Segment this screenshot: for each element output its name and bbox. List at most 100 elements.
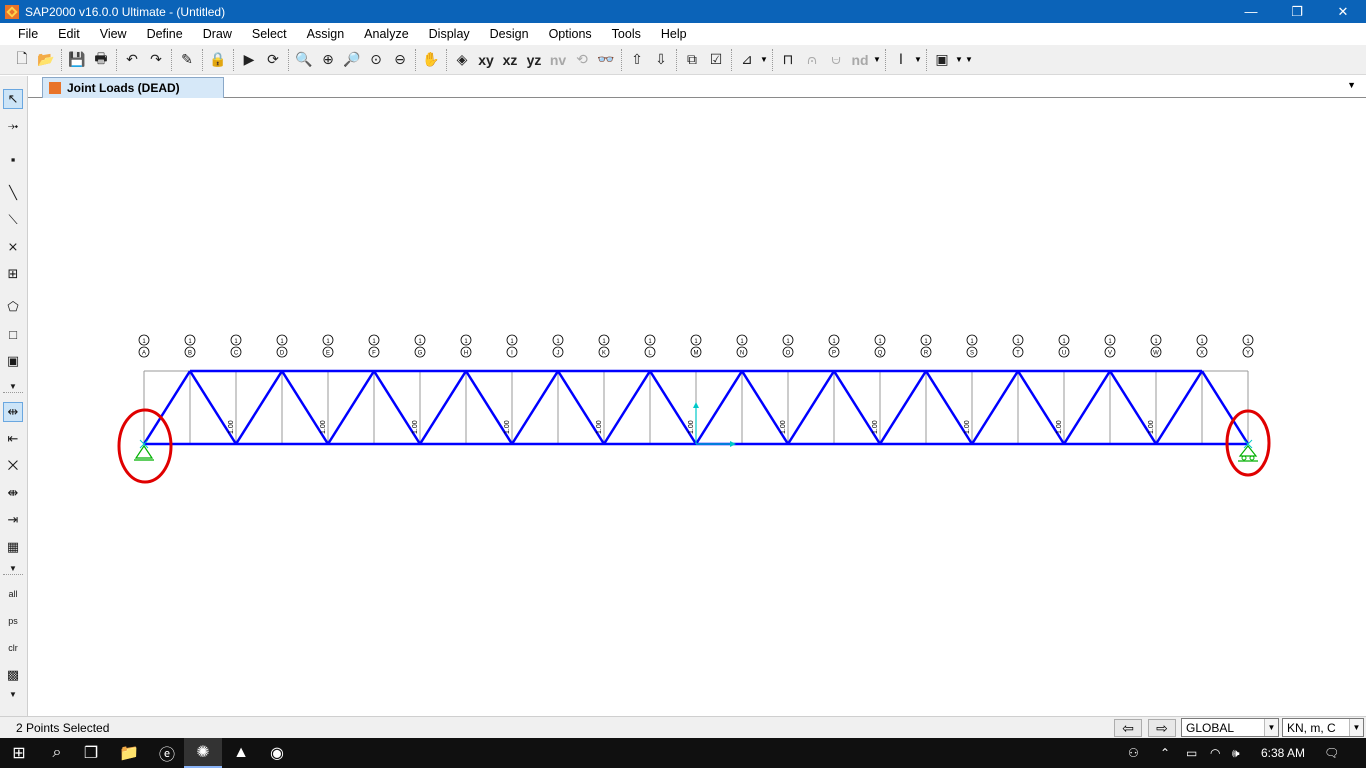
draw-joint-icon[interactable]: ▪ xyxy=(3,149,23,169)
chevron-down-icon[interactable]: ▼ xyxy=(954,55,964,64)
show-hidden-icons-icon[interactable]: ⌃ xyxy=(1160,738,1170,768)
quick-draw-frame-icon[interactable]: ⟍ xyxy=(3,210,23,230)
select-all-icon[interactable]: ⇹ xyxy=(3,402,23,422)
print-icon[interactable]: 🖶 xyxy=(89,48,113,72)
model-view-canvas[interactable]: 1A1B1C1D1E1F1G1H1I1J1K1L1M1N1O1P1Q1R1S1T… xyxy=(28,98,1366,716)
move-down-icon[interactable]: ⇩ xyxy=(649,48,673,72)
maximize-button[interactable]: ❐ xyxy=(1274,0,1320,23)
menu-analyze[interactable]: Analyze xyxy=(354,27,418,41)
menu-assign[interactable]: Assign xyxy=(297,27,355,41)
people-icon[interactable]: ⚇ xyxy=(1128,738,1139,768)
chevron-down-icon[interactable]: ▼ xyxy=(3,558,23,578)
show-frame-section-icon[interactable]: ⊿ xyxy=(735,48,759,72)
save-icon[interactable]: 💾 xyxy=(65,48,89,72)
zoom-full-icon[interactable]: 🔎 xyxy=(340,48,364,72)
tab-list-dropdown-icon[interactable]: ▼ xyxy=(1347,80,1356,90)
clock-time[interactable]: 6:38 AM xyxy=(1261,738,1305,768)
zoom-in-icon[interactable]: ⊕ xyxy=(316,48,340,72)
run-analysis-icon[interactable]: ▶ xyxy=(237,48,261,72)
reshaper-icon[interactable]: ⤞ xyxy=(3,116,23,136)
open-folder-icon[interactable]: 📂 xyxy=(34,48,58,72)
refresh-view-icon[interactable]: ⟳ xyxy=(261,48,285,72)
menu-view[interactable]: View xyxy=(90,27,137,41)
wifi-icon[interactable]: ◠ xyxy=(1210,738,1220,768)
menu-display[interactable]: Display xyxy=(419,27,480,41)
windows-start-icon[interactable]: ⊞ xyxy=(0,738,38,768)
pointer-icon[interactable]: ↖ xyxy=(3,89,23,109)
units-select[interactable]: KN, m, C ▼ xyxy=(1282,718,1364,737)
autocad-icon[interactable]: ▲ xyxy=(222,738,260,768)
view-nv-button[interactable]: nv xyxy=(546,48,570,72)
lock-icon[interactable]: 🔒 xyxy=(206,48,230,72)
select-poly-icon[interactable]: ⨉ xyxy=(3,456,23,476)
draw-frame-icon[interactable]: ╲ xyxy=(3,183,23,203)
tab-joint-loads[interactable]: Joint Loads (DEAD) xyxy=(42,77,224,98)
select-all-objects-icon[interactable]: all xyxy=(3,584,23,604)
frame-section-icon[interactable]: Ⅰ xyxy=(889,48,913,72)
3d-view-icon[interactable]: ◈ xyxy=(450,48,474,72)
redo-icon[interactable]: ↷ xyxy=(144,48,168,72)
show-deformed-icon[interactable]: ⩀ xyxy=(800,48,824,72)
show-undeformed-icon[interactable]: ⊓ xyxy=(776,48,800,72)
nd-button[interactable]: nd xyxy=(848,48,872,72)
show-forces-icon[interactable]: ⩁ xyxy=(824,48,848,72)
new-file-icon[interactable]: 🗋 xyxy=(10,48,34,72)
task-view-icon[interactable]: ❐ xyxy=(72,738,110,768)
quick-draw-area-icon[interactable]: ▣ xyxy=(3,351,23,371)
zoom-previous-icon[interactable]: ⊙ xyxy=(364,48,388,72)
toolbar-overflow-icon[interactable]: ▼ xyxy=(964,55,974,64)
sap2000-taskbar-icon[interactable]: ✺ xyxy=(184,738,222,768)
view-yz-button[interactable]: yz xyxy=(522,48,546,72)
truss-model-drawing[interactable]: 1A1B1C1D1E1F1G1H1I1J1K1L1M1N1O1P1Q1R1S1T… xyxy=(28,98,1366,716)
coordinate-system-select[interactable]: GLOBAL ▼ xyxy=(1181,718,1279,737)
menu-edit[interactable]: Edit xyxy=(48,27,90,41)
rotate-view-icon[interactable]: ⟲ xyxy=(570,48,594,72)
edge-browser-icon[interactable]: ⓔ xyxy=(148,738,186,768)
design-color-icon[interactable]: ▣ xyxy=(930,48,954,72)
menu-select[interactable]: Select xyxy=(242,27,297,41)
zoom-out-icon[interactable]: ⊖ xyxy=(388,48,412,72)
file-explorer-icon[interactable]: 📁 xyxy=(110,738,148,768)
menu-help[interactable]: Help xyxy=(651,27,697,41)
object-shrink-icon[interactable]: ⧉ xyxy=(680,48,704,72)
menu-design[interactable]: Design xyxy=(480,27,539,41)
chevron-down-icon[interactable]: ▼ xyxy=(913,55,923,64)
view-xy-button[interactable]: xy xyxy=(474,48,498,72)
set-display-options-icon[interactable]: ☑ xyxy=(704,48,728,72)
select-line-icon[interactable]: ⇼ xyxy=(3,483,23,503)
chevron-down-icon[interactable]: ▼ xyxy=(3,684,23,704)
show-selection-icon[interactable]: ▩ xyxy=(3,665,23,685)
chevron-down-icon[interactable]: ▼ xyxy=(872,55,882,64)
arrow-right-icon[interactable]: ⇨ xyxy=(1148,719,1176,737)
app-icon[interactable]: ◉ xyxy=(258,738,296,768)
menu-define[interactable]: Define xyxy=(137,27,193,41)
volume-icon[interactable]: 🕪 xyxy=(1232,738,1240,768)
minimize-button[interactable]: — xyxy=(1228,0,1274,23)
select-vertical-icon[interactable]: ⇥ xyxy=(3,510,23,530)
chevron-down-icon[interactable]: ▼ xyxy=(759,55,769,64)
notifications-icon[interactable]: 🗨 xyxy=(1324,738,1339,768)
draw-secondary-beam-icon[interactable]: ⊞ xyxy=(3,264,23,284)
draw-poly-area-icon[interactable]: ⬠ xyxy=(3,297,23,317)
pan-hand-icon[interactable]: ✋ xyxy=(419,48,443,72)
menu-options[interactable]: Options xyxy=(539,27,602,41)
select-grid-icon[interactable]: ▦ xyxy=(3,537,23,557)
draw-rect-area-icon[interactable]: □ xyxy=(3,324,23,344)
undo-icon[interactable]: ↶ xyxy=(120,48,144,72)
pencil-icon[interactable]: ✎ xyxy=(175,48,199,72)
get-previous-selection-icon[interactable]: ps xyxy=(3,611,23,631)
menu-file[interactable]: File xyxy=(8,27,48,41)
close-button[interactable]: ✕ xyxy=(1320,0,1366,23)
perspective-glasses-icon[interactable]: 👓 xyxy=(594,48,618,72)
view-xz-button[interactable]: xz xyxy=(498,48,522,72)
draw-brace-icon[interactable]: ⨯ xyxy=(3,237,23,257)
zoom-window-icon[interactable]: 🔍 xyxy=(292,48,316,72)
arrow-left-icon[interactable]: ⇦ xyxy=(1114,719,1142,737)
battery-icon[interactable]: ▭ xyxy=(1186,738,1197,768)
select-intersecting-icon[interactable]: ⇤ xyxy=(3,429,23,449)
move-up-icon[interactable]: ⇧ xyxy=(625,48,649,72)
menu-draw[interactable]: Draw xyxy=(193,27,242,41)
chevron-down-icon[interactable]: ▼ xyxy=(3,376,23,396)
search-icon[interactable]: ⌕ xyxy=(38,738,76,768)
clear-selection-icon[interactable]: clr xyxy=(3,638,23,658)
